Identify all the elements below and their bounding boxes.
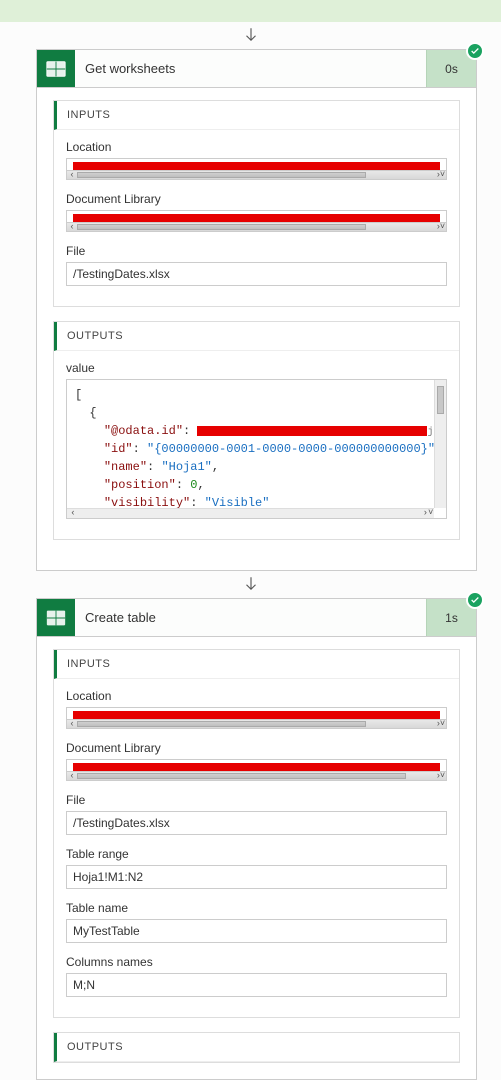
file-label: File (66, 793, 447, 807)
location-label: Location (66, 140, 447, 154)
check-icon (470, 595, 480, 605)
scrollbar-thumb[interactable] (77, 773, 406, 779)
excel-icon (37, 599, 75, 636)
value-label: value (66, 361, 447, 375)
doclib-label: Document Library (66, 192, 447, 206)
inputs-heading: INPUTS (54, 650, 459, 679)
outputs-section: OUTPUTS (53, 1032, 460, 1063)
arrow-down-icon (242, 26, 260, 44)
action-title: Create table (75, 599, 426, 636)
arrow-down-icon (242, 575, 260, 593)
doclib-value-redacted[interactable]: ‹ ›˅ (66, 759, 447, 781)
scroll-left-icon[interactable]: ‹ (67, 170, 77, 179)
location-value-redacted[interactable]: ‹ ›˅ (66, 158, 447, 180)
scroll-right-icon[interactable]: ›˅ (436, 170, 446, 179)
json-key-odata: "@odata.id" (104, 424, 183, 438)
json-key-name: "name" (104, 460, 147, 474)
table-range-value[interactable]: Hoja1!M1:N2 (66, 865, 447, 889)
scrollbar-thumb[interactable] (77, 721, 366, 727)
success-badge (466, 591, 484, 609)
card-header[interactable]: Get worksheets 0s (37, 50, 476, 88)
inputs-heading: INPUTS (54, 101, 459, 130)
scroll-left-icon[interactable]: ‹ (67, 222, 77, 231)
vertical-scrollbar[interactable] (434, 380, 446, 508)
outputs-section: OUTPUTS value [ { "@odata.id": jmhO "id"… (53, 321, 460, 540)
columns-names-value[interactable]: M;N (66, 973, 447, 997)
horizontal-scrollbar[interactable]: ‹ ›˅ (67, 508, 434, 518)
json-val-id: "{00000000-0001-0000-0000-000000000000}" (147, 442, 435, 456)
file-value[interactable]: /TestingDates.xlsx (66, 811, 447, 835)
location-value-redacted[interactable]: ‹ ›˅ (66, 707, 447, 729)
outputs-json[interactable]: [ { "@odata.id": jmhO "id": "{00000000-0… (66, 379, 447, 519)
inputs-section: INPUTS Location ‹ ›˅ Document Library ‹ ›˅ (53, 100, 460, 307)
scrollbar-thumb[interactable] (437, 386, 444, 414)
outputs-heading: OUTPUTS (54, 322, 459, 351)
action-title: Get worksheets (75, 50, 426, 87)
outputs-heading: OUTPUTS (54, 1033, 459, 1062)
columns-names-label: Columns names (66, 955, 447, 969)
scrollbar-thumb[interactable] (77, 172, 366, 178)
file-label: File (66, 244, 447, 258)
doclib-value-redacted[interactable]: ‹ ›˅ (66, 210, 447, 232)
json-val-position: 0 (190, 478, 197, 492)
excel-icon (37, 50, 75, 87)
table-name-value[interactable]: MyTestTable (66, 919, 447, 943)
success-badge (466, 42, 484, 60)
table-range-label: Table range (66, 847, 447, 861)
scroll-right-icon[interactable]: ›˅ (436, 771, 446, 780)
json-key-id: "id" (104, 442, 133, 456)
json-val-name: "Hoja1" (161, 460, 211, 474)
redaction-bar (197, 426, 427, 436)
scroll-left-icon[interactable]: ‹ (67, 508, 79, 518)
action-card-get-worksheets: Get worksheets 0s INPUTS Location ‹ ›˅ Do… (36, 49, 477, 571)
scroll-right-icon[interactable]: ›˅ (436, 719, 446, 728)
flow-arrow (0, 571, 501, 596)
location-label: Location (66, 689, 447, 703)
doclib-label: Document Library (66, 741, 447, 755)
file-value[interactable]: /TestingDates.xlsx (66, 262, 447, 286)
scroll-left-icon[interactable]: ‹ (67, 719, 77, 728)
inputs-section: INPUTS Location ‹ ›˅ Document Library ‹ ›˅ (53, 649, 460, 1018)
previous-action-band (0, 0, 501, 22)
action-card-create-table: Create table 1s INPUTS Location ‹ ›˅ Docu… (36, 598, 477, 1080)
scroll-right-icon[interactable]: ›˅ (436, 222, 446, 231)
card-header[interactable]: Create table 1s (37, 599, 476, 637)
scroll-left-icon[interactable]: ‹ (67, 771, 77, 780)
check-icon (470, 46, 480, 56)
table-name-label: Table name (66, 901, 447, 915)
scroll-right-icon[interactable]: ›˅ (422, 508, 434, 518)
flow-arrow (0, 22, 501, 47)
json-key-position: "position" (104, 478, 176, 492)
scrollbar-thumb[interactable] (77, 224, 366, 230)
